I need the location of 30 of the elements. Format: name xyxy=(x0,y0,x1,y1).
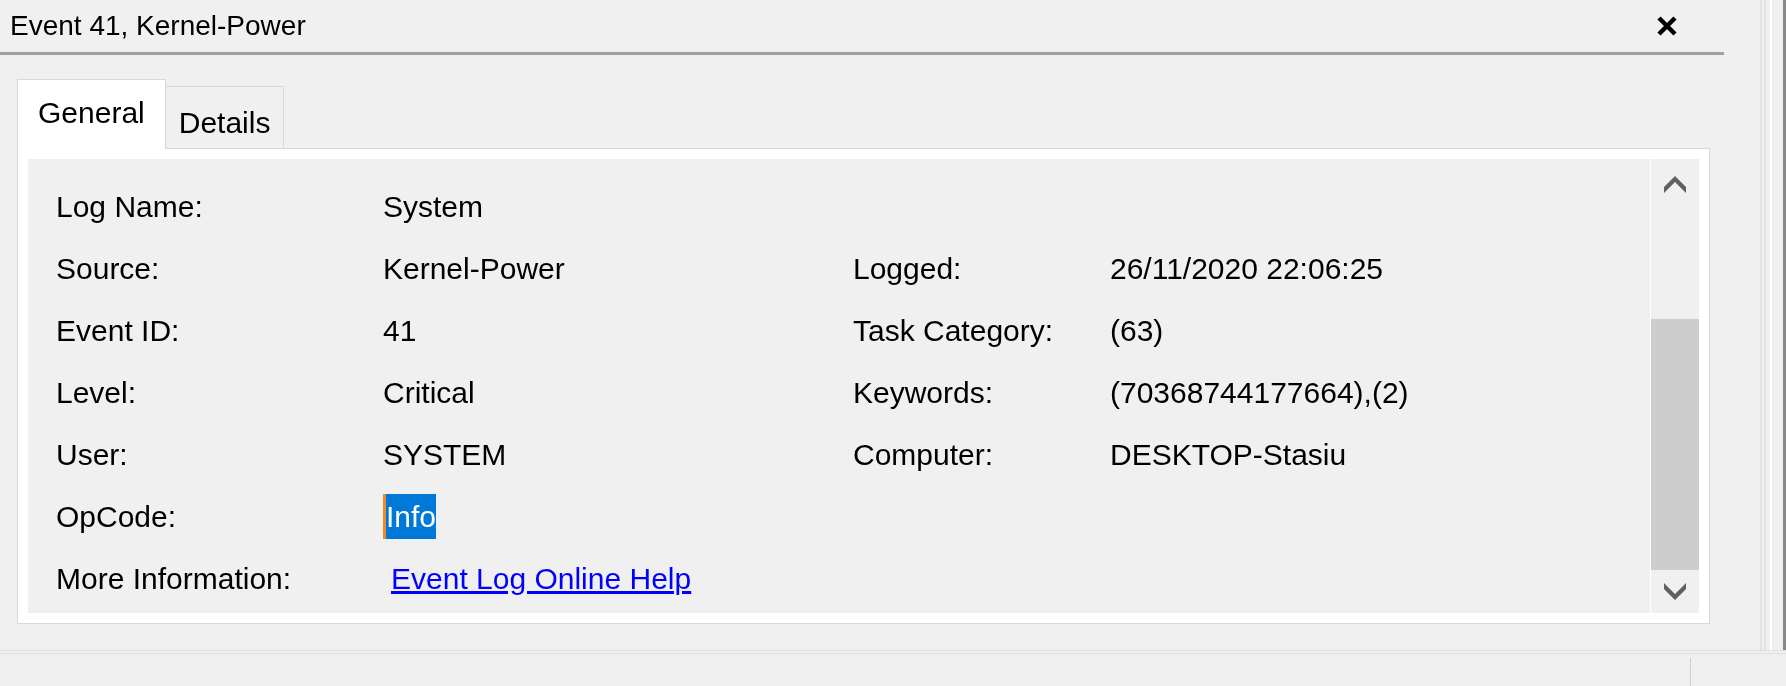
field-value: 41 xyxy=(383,312,417,349)
help-link[interactable]: Event Log Online Help xyxy=(391,555,692,601)
field-label: Task Category: xyxy=(853,312,1055,349)
close-icon xyxy=(1656,15,1678,37)
field-label: OpCode: xyxy=(56,498,178,535)
tab[interactable]: General xyxy=(17,79,166,149)
field-label: Level: xyxy=(56,374,138,411)
field-value: (70368744177664),(2) xyxy=(1110,374,1409,411)
scroll-down-icon xyxy=(1664,581,1686,602)
field-value: DESKTOP-Stasiu xyxy=(1110,436,1347,473)
field-label: Source: xyxy=(56,250,161,287)
window-title: Event 41, Kernel-Power xyxy=(10,9,306,43)
field-value: Info xyxy=(383,493,437,539)
field-value: (63) xyxy=(1110,312,1164,349)
field-value: Kernel-Power xyxy=(383,250,565,287)
scroll-up-icon xyxy=(1664,174,1686,194)
tab[interactable]: Details xyxy=(165,86,285,148)
scrollbar[interactable] xyxy=(1650,159,1699,613)
field-label: Log Name: xyxy=(56,188,204,225)
field-label: Computer: xyxy=(853,436,995,473)
scrollbar-thumb[interactable] xyxy=(1651,319,1699,570)
field-label: Keywords: xyxy=(853,374,995,411)
field-label: Logged: xyxy=(853,250,963,287)
field-value: Critical xyxy=(383,374,475,411)
field-value: SYSTEM xyxy=(383,436,507,473)
field-label: Event ID: xyxy=(56,312,181,349)
field-label: More Information: xyxy=(56,560,293,597)
field-value: 26/11/2020 22:06:25 xyxy=(1110,250,1384,287)
field-value: System xyxy=(383,188,484,225)
field-label: User: xyxy=(56,436,129,473)
